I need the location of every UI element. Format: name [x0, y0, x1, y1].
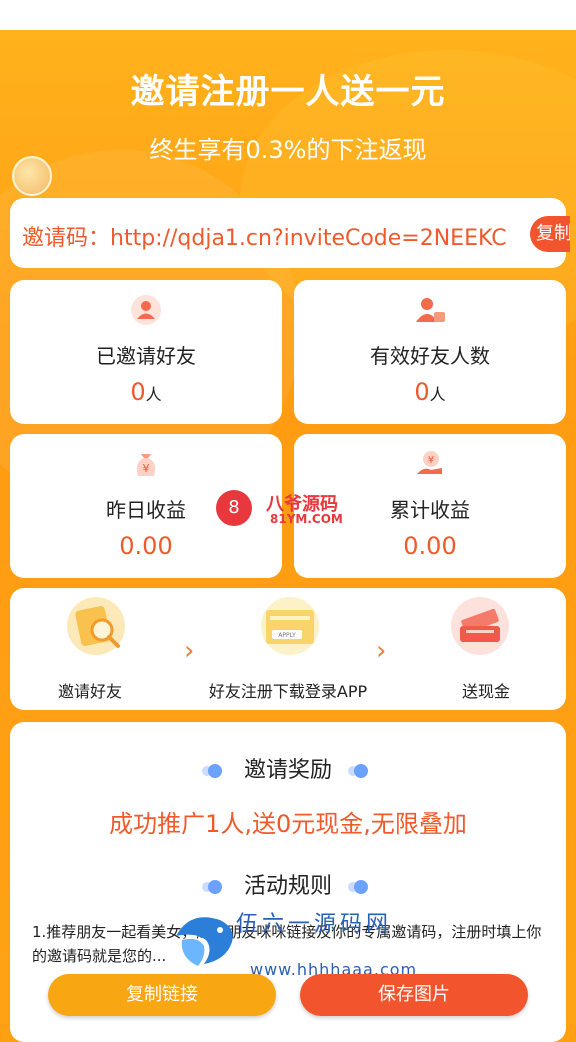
- step-label: 好友注册下载登录APP: [208, 682, 368, 701]
- money-bag-icon: ¥: [136, 454, 156, 476]
- fish-logo-icon: [176, 917, 233, 966]
- watermark-name: 伍六一源码网: [236, 912, 393, 937]
- save-image-button[interactable]: 保存图片: [300, 974, 528, 1016]
- copy-link-button[interactable]: 复制链接: [48, 974, 276, 1016]
- dot-icon: [207, 880, 222, 894]
- stat-invited-friends: 已邀请好友 0人: [10, 280, 282, 424]
- stat-value: 0人: [414, 378, 446, 406]
- stat-value: 0.00: [119, 532, 173, 560]
- avatar: [12, 156, 52, 196]
- chevron-right-icon: ›: [184, 636, 195, 666]
- money-hand-icon: ¥: [417, 451, 442, 474]
- step-label: 送现金: [461, 682, 510, 701]
- svg-text:¥: ¥: [428, 455, 434, 466]
- friends-icon: [131, 295, 161, 325]
- dot-icon: [354, 880, 368, 894]
- status-bar: [0, 0, 576, 30]
- stat-label: 已邀请好友: [96, 344, 196, 368]
- watermark-logo: 8 八爷源码 81YM.COM: [216, 490, 366, 530]
- chevron-right-icon: ›: [376, 636, 387, 666]
- invite-friends-icon: [67, 597, 125, 655]
- cash-gift-icon: [451, 597, 509, 655]
- stat-value: 0人: [130, 378, 162, 406]
- watermark-domain: 81YM.COM: [270, 512, 343, 526]
- stat-label: 有效好友人数: [370, 344, 490, 368]
- verified-user-icon: [416, 298, 445, 322]
- copy-code-button[interactable]: 复制: [530, 216, 570, 252]
- bottom-action-bar: 复制链接 保存图片: [0, 964, 576, 1024]
- reward-section-title: 邀请奖励: [10, 752, 566, 784]
- invite-code-text: 邀请码：http://qdja1.cn?inviteCode=2NEEKC: [22, 226, 507, 251]
- invite-steps: APPLY › › 邀请好友 好友注册下载登录APP 送现金: [10, 588, 566, 710]
- page-title: 邀请注册一人送一元: [130, 72, 446, 112]
- step-label: 邀请好友: [57, 682, 122, 701]
- stat-value: 0.00: [403, 532, 457, 560]
- stat-valid-friends: 有效好友人数 0人: [294, 280, 566, 424]
- reward-text: 成功推广1人,送0元现金,无限叠加: [109, 810, 467, 838]
- register-apply-icon: APPLY: [261, 597, 319, 655]
- dot-icon: [354, 764, 368, 778]
- watermark-badge-icon: 8: [216, 490, 252, 526]
- svg-text:¥: ¥: [143, 462, 150, 475]
- invite-code-card: 邀请码：http://qdja1.cn?inviteCode=2NEEKC 复制: [10, 198, 570, 268]
- page-subtitle: 终生享有0.3%的下注返现: [149, 136, 427, 164]
- dot-icon: [207, 764, 222, 778]
- apply-text: APPLY: [278, 632, 296, 639]
- rules-section-title: 活动规则: [10, 868, 566, 900]
